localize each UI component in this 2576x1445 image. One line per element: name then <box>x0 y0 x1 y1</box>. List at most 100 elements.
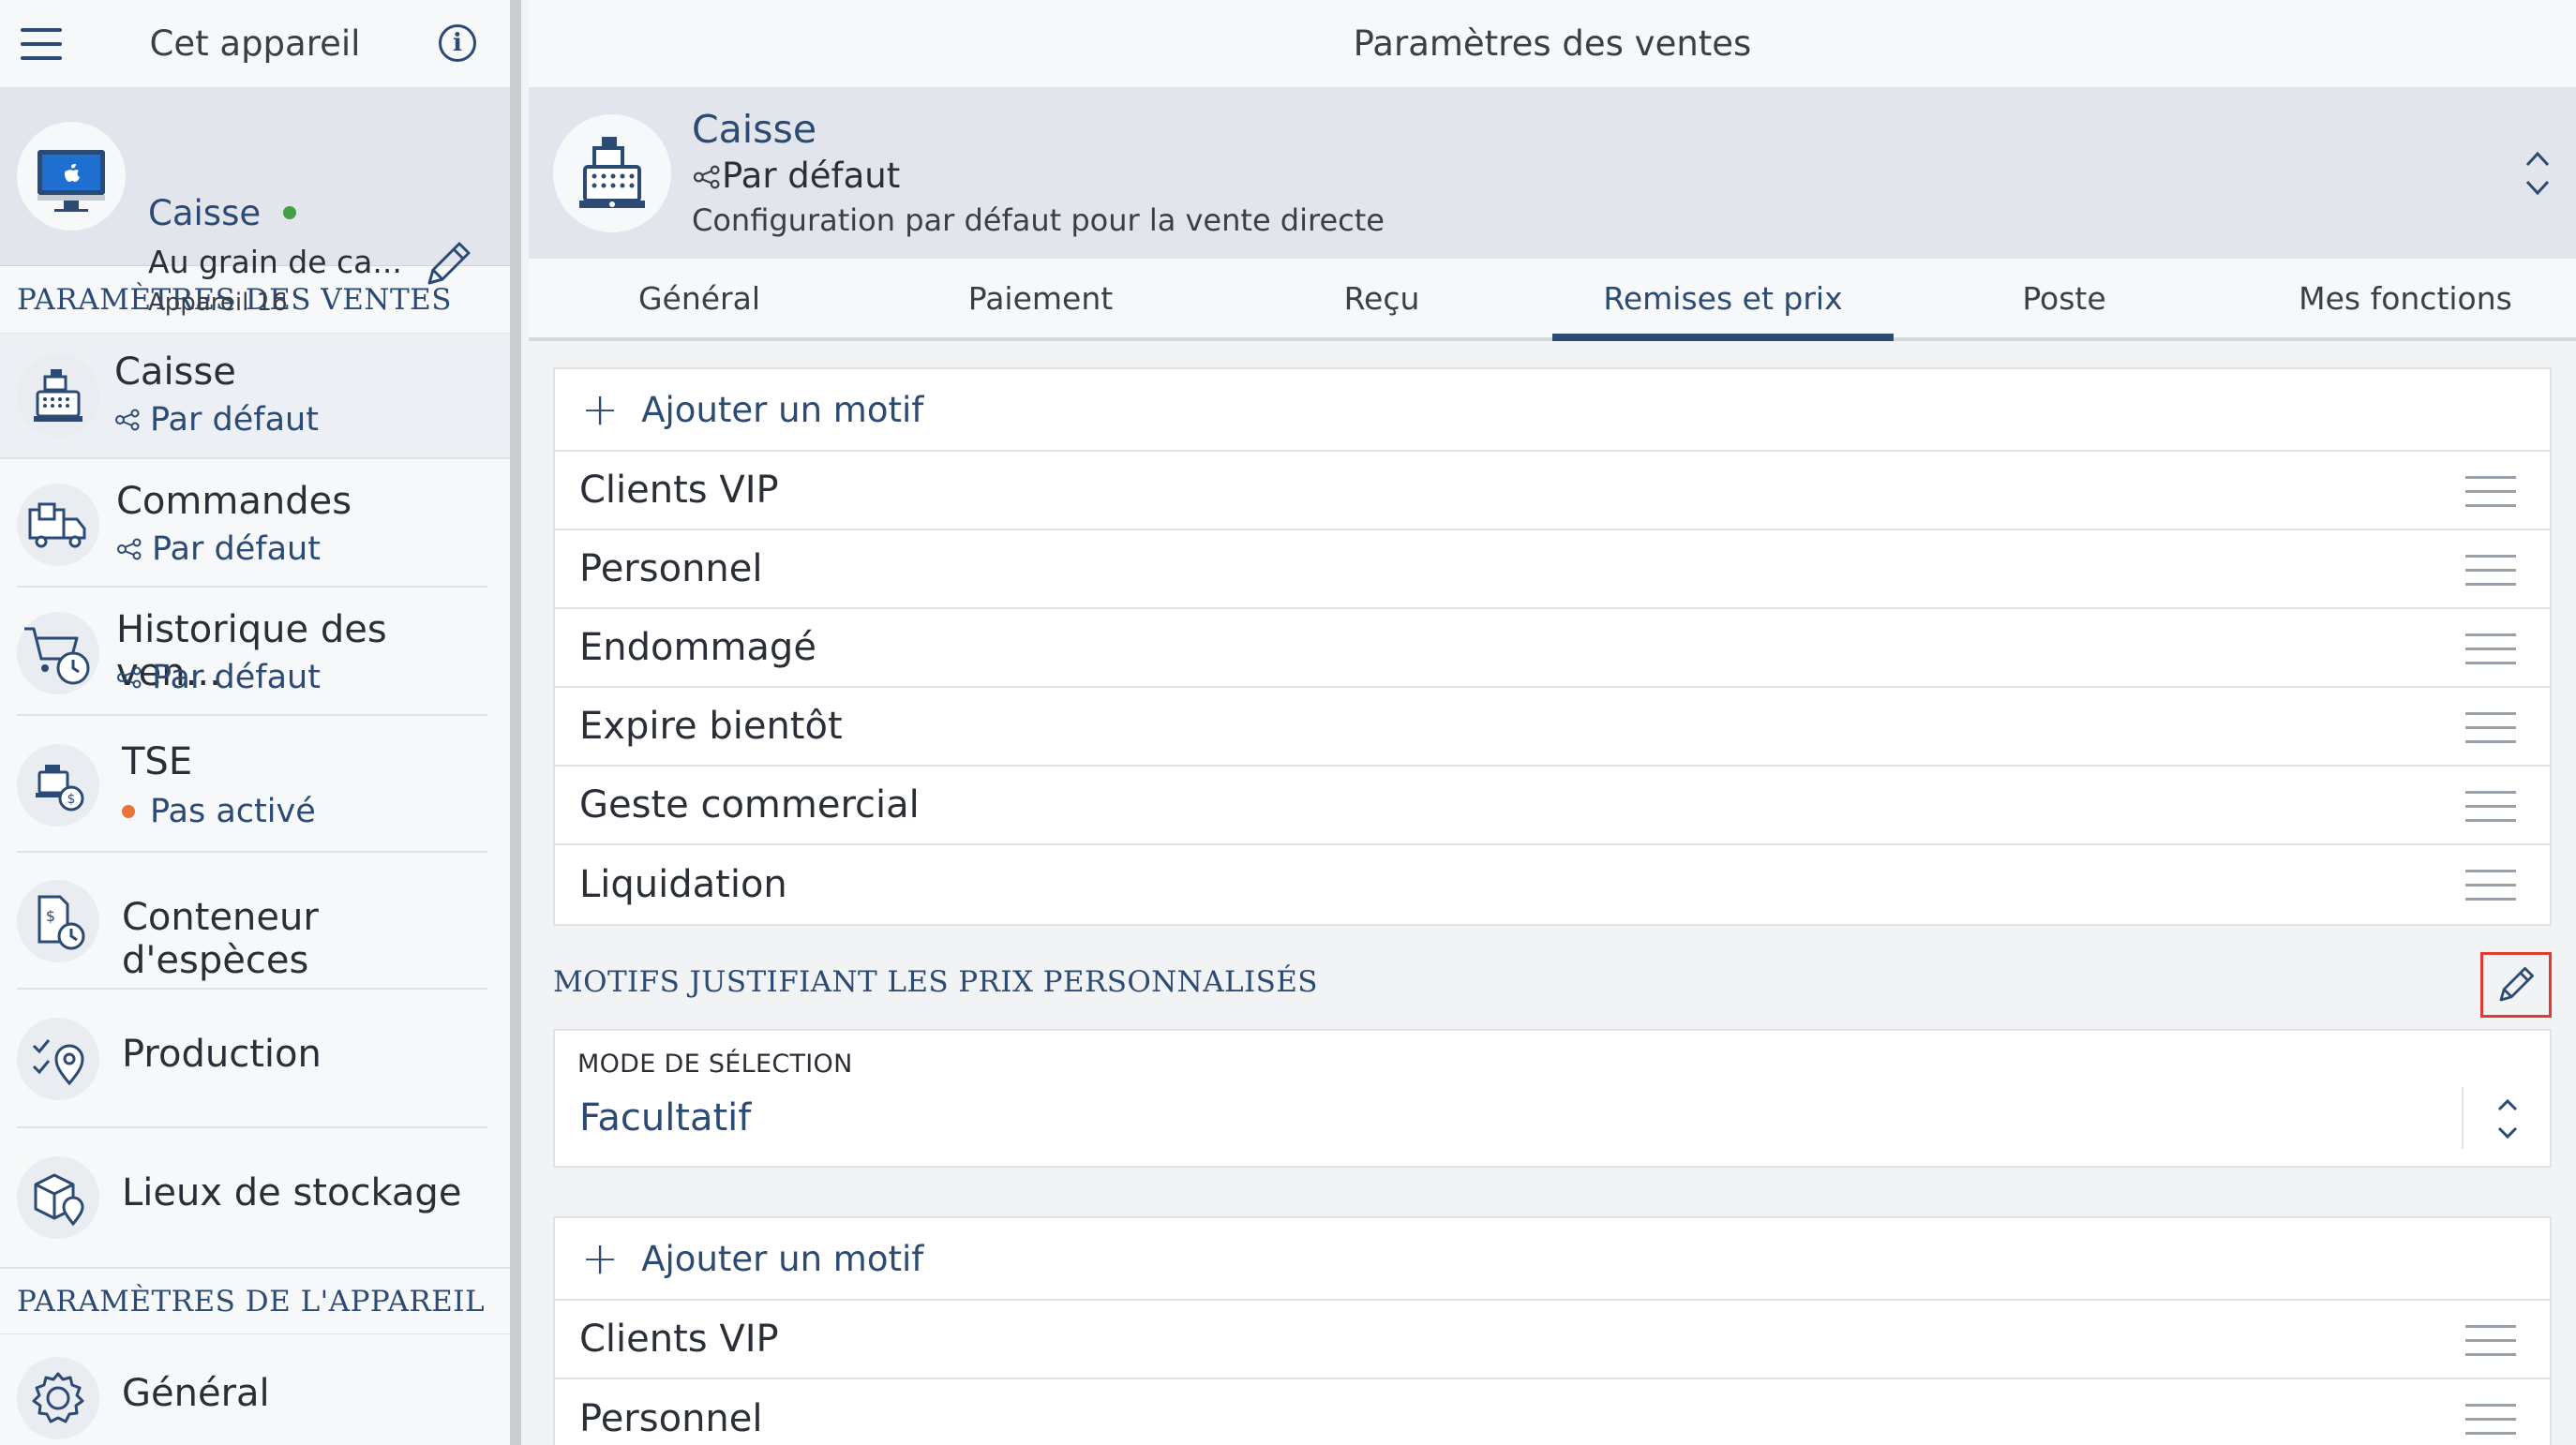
inactive-status-dot <box>122 805 135 818</box>
sidebar-item-production[interactable]: Production <box>17 990 487 1128</box>
tab-general[interactable]: Général <box>529 259 870 337</box>
tab-remises-et-prix[interactable]: Remises et prix <box>1552 259 1894 341</box>
add-custom-price-reason-button[interactable]: + Ajouter un motif <box>555 1218 2550 1301</box>
device-location: Au grain de ca... <box>148 244 402 280</box>
main-panel: Paramètres des ventes Caisse Par défaut … <box>529 0 2576 1445</box>
tab-content: + Ajouter un motif Clients VIP Personnel… <box>553 367 2552 1445</box>
cash-register-icon <box>579 137 645 208</box>
list-item[interactable]: Personnel <box>555 1379 2550 1445</box>
tse-icon-wrap: $ <box>17 744 99 827</box>
add-reason-label: Ajouter un motif <box>641 1238 924 1279</box>
sidebar-item-label: Général <box>122 1372 270 1415</box>
svg-text:$: $ <box>46 907 55 925</box>
delivery-truck-icon <box>28 502 86 548</box>
app-root: Cet appareil i Caisse Au grain de ca... … <box>0 0 2576 1445</box>
split-divider[interactable] <box>510 0 521 1445</box>
list-item[interactable]: Liquidation <box>555 845 2550 924</box>
sidebar-item-general[interactable]: Général <box>17 1334 487 1445</box>
tse-icon: $ <box>36 765 84 812</box>
sidebar-item-label: Conteneur d'espèces <box>122 896 319 982</box>
add-reason-label: Ajouter un motif <box>641 389 924 430</box>
cash-register-icon <box>34 369 82 422</box>
edit-pencil-icon[interactable] <box>420 236 476 292</box>
list-item[interactable]: Geste commercial <box>555 767 2550 845</box>
cart-history-icon <box>24 627 90 685</box>
main-title: Paramètres des ventes <box>529 0 2576 88</box>
list-item[interactable]: Personnel <box>555 530 2550 609</box>
sidebar-item-caisse[interactable]: Caisse Par défaut <box>0 334 510 459</box>
sidebar-item-sub-text: Par défaut <box>152 530 321 568</box>
sidebar-item-label: Caisse <box>114 350 236 394</box>
device-number: Appareil 16 <box>148 289 288 317</box>
cash-container-icon-wrap: $ <box>17 880 99 962</box>
list-item[interactable]: Endommagé <box>555 609 2550 688</box>
sidebar: Cet appareil i Caisse Au grain de ca... … <box>0 0 510 1445</box>
tab-poste[interactable]: Poste <box>1894 259 2235 337</box>
cash-register-icon-wrap <box>17 354 99 437</box>
drag-handle-icon[interactable] <box>2465 712 2516 744</box>
share-icon <box>693 165 720 189</box>
tab-paiement[interactable]: Paiement <box>870 259 1211 337</box>
chevron-updown-icon[interactable] <box>2494 1093 2522 1145</box>
reason-label: Personnel <box>579 1397 763 1440</box>
register-avatar <box>553 114 671 232</box>
delivery-truck-icon-wrap <box>17 484 99 566</box>
sidebar-item-conteneur[interactable]: $ Conteneur d'espèces <box>17 853 487 990</box>
sidebar-item-sub: Par défaut <box>114 401 319 439</box>
sidebar-item-sub-text: Par défaut <box>152 659 321 696</box>
edit-section-button[interactable] <box>2480 952 2552 1018</box>
drag-handle-icon[interactable] <box>2465 476 2516 508</box>
device-card[interactable]: Caisse Au grain de ca... Appareil 16 <box>0 88 510 317</box>
sidebar-item-sub: Pas activé <box>122 793 316 830</box>
reason-label: Liquidation <box>579 863 787 906</box>
drag-handle-icon[interactable] <box>2465 870 2516 901</box>
custom-price-reasons-card: + Ajouter un motif Clients VIP Personnel <box>553 1216 2552 1445</box>
sidebar-item-sub-text: Pas activé <box>150 793 316 830</box>
selection-mode-value: Facultatif <box>579 1096 752 1140</box>
sidebar-item-label: Production <box>122 1033 322 1076</box>
cart-history-icon-wrap <box>17 612 99 694</box>
sidebar-item-tse[interactable]: $ TSE Pas activé <box>17 716 487 853</box>
sidebar-topbar: Cet appareil i <box>0 0 510 88</box>
tab-recu[interactable]: Reçu <box>1211 259 1552 337</box>
reason-label: Expire bientôt <box>579 705 843 748</box>
sidebar-item-sub: Par défaut <box>116 659 321 696</box>
reason-label: Clients VIP <box>579 469 779 512</box>
list-item[interactable]: Clients VIP <box>555 452 2550 530</box>
device-settings-section-label: PARAMÈTRES DE L'APPAREIL <box>0 1267 510 1334</box>
add-reason-button[interactable]: + Ajouter un motif <box>555 369 2550 452</box>
sidebar-title: Cet appareil <box>149 23 361 64</box>
gear-icon <box>32 1372 84 1423</box>
device-name: Caisse <box>148 193 262 233</box>
plus-icon: + <box>581 383 620 436</box>
list-item[interactable]: Expire bientôt <box>555 688 2550 767</box>
list-item[interactable]: Clients VIP <box>555 1301 2550 1379</box>
svg-text:$: $ <box>67 792 76 807</box>
imac-icon <box>37 150 105 212</box>
settings-tabs: Général Paiement Reçu Remises et prix Po… <box>529 259 2576 341</box>
edit-pencil-icon <box>2499 967 2534 1002</box>
sidebar-item-historique[interactable]: Historique des ven... Par défaut <box>17 588 487 716</box>
cash-container-icon: $ <box>37 895 85 950</box>
drag-handle-icon[interactable] <box>2465 791 2516 823</box>
drag-handle-icon[interactable] <box>2465 555 2516 587</box>
sidebar-item-lieux-stockage[interactable]: Lieux de stockage <box>17 1128 487 1267</box>
tab-mes-fonctions[interactable]: Mes fonctions <box>2235 259 2576 337</box>
device-name-row: Caisse <box>148 193 296 233</box>
sidebar-item-label: TSE <box>122 740 193 783</box>
drag-handle-icon[interactable] <box>2465 633 2516 665</box>
register-header: Caisse Par défaut Configuration par défa… <box>529 88 2576 259</box>
online-status-dot <box>282 206 296 219</box>
share-icon <box>115 409 140 431</box>
expand-collapse-icon[interactable] <box>2522 141 2554 206</box>
sidebar-item-sub-text: Par défaut <box>150 401 319 439</box>
info-icon[interactable]: i <box>439 24 476 62</box>
sidebar-item-commandes[interactable]: Commandes Par défaut <box>17 459 487 588</box>
production-icon-wrap <box>17 1018 99 1100</box>
custom-price-section-title: MOTIFS JUSTIFIANT LES PRIX PERSONNALISÉS <box>553 965 1318 999</box>
drag-handle-icon[interactable] <box>2465 1325 2516 1357</box>
drag-handle-icon[interactable] <box>2465 1404 2516 1436</box>
storage-locations-icon-wrap <box>17 1156 99 1239</box>
selection-mode-select[interactable]: MODE DE SÉLECTION Facultatif <box>553 1029 2552 1168</box>
